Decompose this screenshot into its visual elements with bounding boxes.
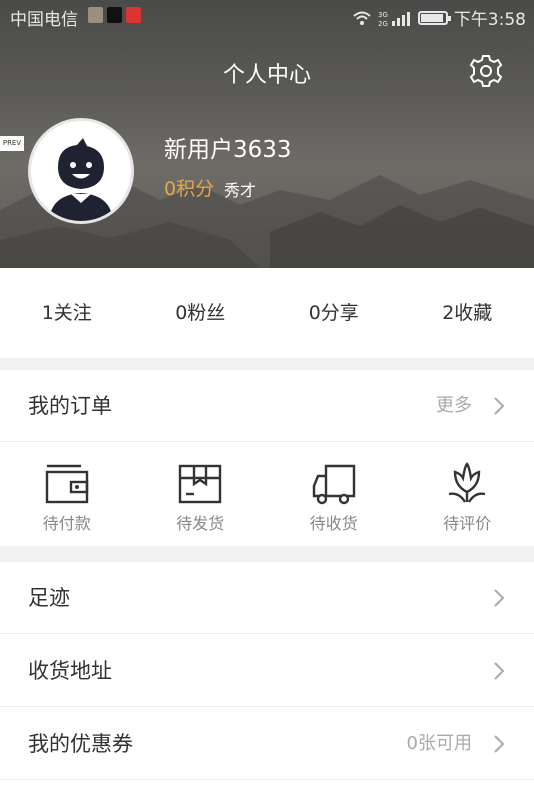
signal-icon: 3G 2G xyxy=(378,11,410,27)
wallet-icon xyxy=(45,464,88,504)
toutiao-icon xyxy=(126,7,141,23)
prev-tag: PREV xyxy=(0,136,24,151)
clock: 下午3:58 xyxy=(453,10,526,30)
chevron-right-icon xyxy=(494,735,505,753)
svg-text:3G: 3G xyxy=(378,11,388,19)
footprint-label: 足迹 xyxy=(28,586,70,610)
stat-followers[interactable]: 0粉丝 xyxy=(134,268,268,358)
points-value[interactable]: 0积分 xyxy=(164,174,214,201)
stat-following[interactable]: 1关注 xyxy=(0,268,134,358)
more-link[interactable]: 更多 xyxy=(436,370,472,442)
page-title: 个人中心 xyxy=(222,63,311,88)
my-orders-row[interactable]: 我的订单 更多 xyxy=(0,370,534,442)
username: 新用户3633 xyxy=(164,137,292,163)
menu-coupons[interactable]: 我的优惠券 0张可用 xyxy=(0,708,534,780)
truck-icon xyxy=(312,464,355,505)
package-icon xyxy=(179,464,222,504)
default-avatar-icon xyxy=(49,138,113,221)
menu-address[interactable]: 收货地址 xyxy=(0,635,534,707)
settings-gear-icon[interactable] xyxy=(468,53,504,89)
app-notification-icon xyxy=(88,7,103,23)
order-status-tabs: 待付款 待发货 待收货 待评价 xyxy=(0,442,534,546)
order-tab-label: 待评价 xyxy=(443,514,492,533)
avatar[interactable] xyxy=(28,118,134,224)
flower-icon xyxy=(449,462,486,503)
order-tab-to-review[interactable]: 待评价 xyxy=(401,442,534,546)
chevron-right-icon xyxy=(494,662,505,680)
address-label: 收货地址 xyxy=(28,659,112,683)
order-tab-label: 待收货 xyxy=(309,514,358,533)
section-divider xyxy=(0,358,534,370)
order-tab-pending-payment[interactable]: 待付款 xyxy=(0,442,134,546)
order-tab-label: 待发货 xyxy=(176,514,225,533)
order-tab-label: 待付款 xyxy=(42,514,91,533)
wifi-icon xyxy=(353,11,371,25)
my-orders-label: 我的订单 xyxy=(28,394,112,418)
user-rank: 秀才 xyxy=(224,181,257,200)
tiktok-icon xyxy=(107,7,122,23)
carrier-label: 中国电信 xyxy=(10,10,78,30)
menu-footprint[interactable]: 足迹 xyxy=(0,562,534,634)
status-bar: 中国电信 3G 2G 下午3:58 xyxy=(0,0,534,32)
order-tab-to-receive[interactable]: 待收货 xyxy=(267,442,401,546)
stat-shares[interactable]: 0分享 xyxy=(267,268,401,358)
stats-bar: 1关注 0粉丝 0分享 2收藏 xyxy=(0,268,534,358)
chevron-right-icon xyxy=(494,589,505,607)
status-right: 3G 2G 下午3:58 xyxy=(352,5,526,30)
section-divider xyxy=(0,546,534,562)
svg-text:2G: 2G xyxy=(378,20,388,27)
order-tab-to-ship[interactable]: 待发货 xyxy=(134,442,268,546)
stat-favorites[interactable]: 2收藏 xyxy=(401,268,534,358)
chevron-right-icon xyxy=(494,397,505,415)
notification-icons xyxy=(88,7,141,23)
profile-header: 中国电信 3G 2G 下午3:58 个人中心 PREV 新用户3633 0积分 … xyxy=(0,0,534,268)
coupons-hint: 0张可用 xyxy=(406,733,472,754)
battery-icon xyxy=(417,10,451,25)
coupons-label: 我的优惠券 xyxy=(28,732,133,756)
